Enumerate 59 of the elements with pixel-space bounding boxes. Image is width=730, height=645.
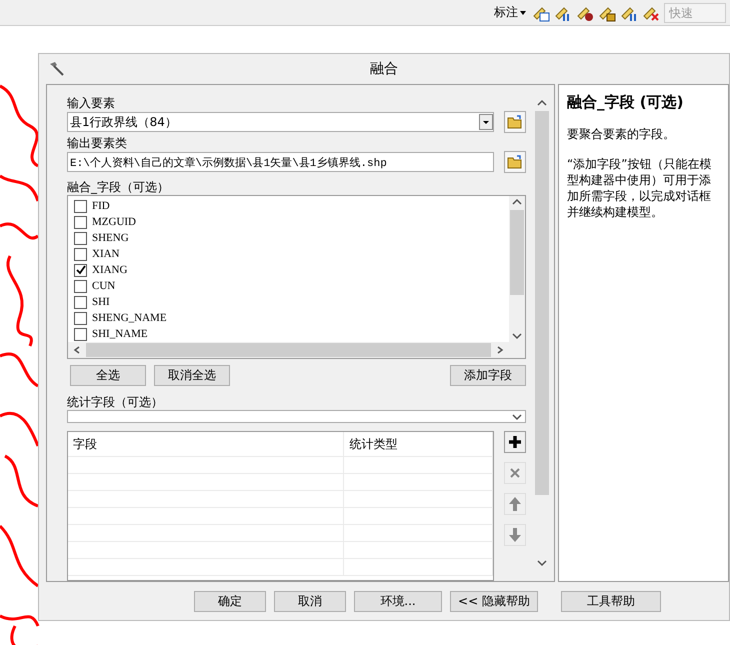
browse-button[interactable] [504, 151, 526, 173]
list-button[interactable]: 添加字段 [450, 365, 526, 386]
help-text: “添加字段”按钮（只能在模型构建器中使用）可用于添加所需字段，以完成对话框并继续构建模型。 [567, 156, 712, 220]
window-title: 融合 [370, 60, 398, 78]
help-text: 要聚合要素的字段。 [567, 126, 676, 142]
column-header: 统计类型 [344, 432, 493, 457]
field-label: 输出要素类 [67, 135, 128, 151]
field-name: SHENG_NAME [92, 312, 167, 324]
dropdown-icon[interactable] [512, 412, 522, 420]
field-name: CUN [92, 280, 116, 292]
add-icon[interactable] [504, 431, 526, 453]
dialog-button[interactable]: 工具帮助 [561, 590, 661, 612]
help-title: 融合_字段 (可选) [567, 93, 684, 112]
checkbox[interactable] [74, 264, 87, 276]
checkbox[interactable] [74, 232, 87, 244]
quick-search-field[interactable]: 快速 [664, 2, 726, 22]
scroll-left-icon[interactable] [72, 346, 82, 354]
dialog-button[interactable]: 环境... [354, 590, 442, 612]
caret-icon [520, 10, 526, 14]
scroll-up-icon[interactable] [512, 198, 522, 206]
list-button[interactable]: 全选 [70, 365, 146, 386]
folder-icon [507, 155, 523, 169]
folder-icon [507, 115, 523, 129]
output-path-field[interactable]: E:\个人资料\自己的文章\示例数据\县1矢量\县1乡镇界线.shp [67, 152, 494, 172]
checkbox[interactable] [74, 248, 87, 260]
scrollbar-thumb[interactable] [535, 111, 549, 495]
dropdown-icon [479, 114, 493, 130]
field-label: 统计字段（可选） [67, 394, 164, 410]
dialog-button[interactable]: 确定 [194, 590, 266, 612]
checkbox[interactable] [74, 328, 87, 340]
scroll-right-icon[interactable] [495, 346, 505, 354]
checkbox[interactable] [74, 200, 87, 212]
dialog-button[interactable]: 取消 [274, 590, 346, 612]
list-button[interactable]: 取消全选 [154, 365, 230, 386]
label-menu[interactable]: 标注 [492, 4, 528, 21]
scrollbar-thumb[interactable] [510, 210, 524, 295]
close-icon[interactable] [504, 462, 526, 484]
field-name: SHI_NAME [92, 328, 148, 340]
field-name: XIAN [92, 248, 120, 260]
scrollbar-thumb[interactable] [86, 343, 491, 357]
column-header: 字段 [68, 432, 344, 457]
field-label: 输入要素 [67, 95, 116, 111]
field-name: XIANG [92, 264, 128, 276]
scroll-down-icon[interactable] [512, 332, 522, 340]
field-name: SHENG [92, 232, 129, 244]
browse-button[interactable] [504, 111, 526, 133]
checkbox[interactable] [74, 296, 87, 308]
scroll-up-icon[interactable] [537, 99, 547, 107]
dialog-button[interactable]: << 隐藏帮助 [450, 590, 538, 612]
scroll-down-icon[interactable] [537, 559, 547, 567]
field-name: MZGUID [92, 216, 136, 228]
input-features-combobox[interactable]: 县1行政界线（84） [67, 112, 494, 132]
checkbox[interactable] [74, 312, 87, 324]
statistics-field-combobox[interactable] [67, 410, 526, 423]
field-name: FID [92, 200, 110, 212]
field-name: SHI [92, 296, 110, 308]
checkbox[interactable] [74, 280, 87, 292]
checkbox[interactable] [74, 216, 87, 228]
field-label: 融合_字段（可选） [67, 179, 170, 195]
